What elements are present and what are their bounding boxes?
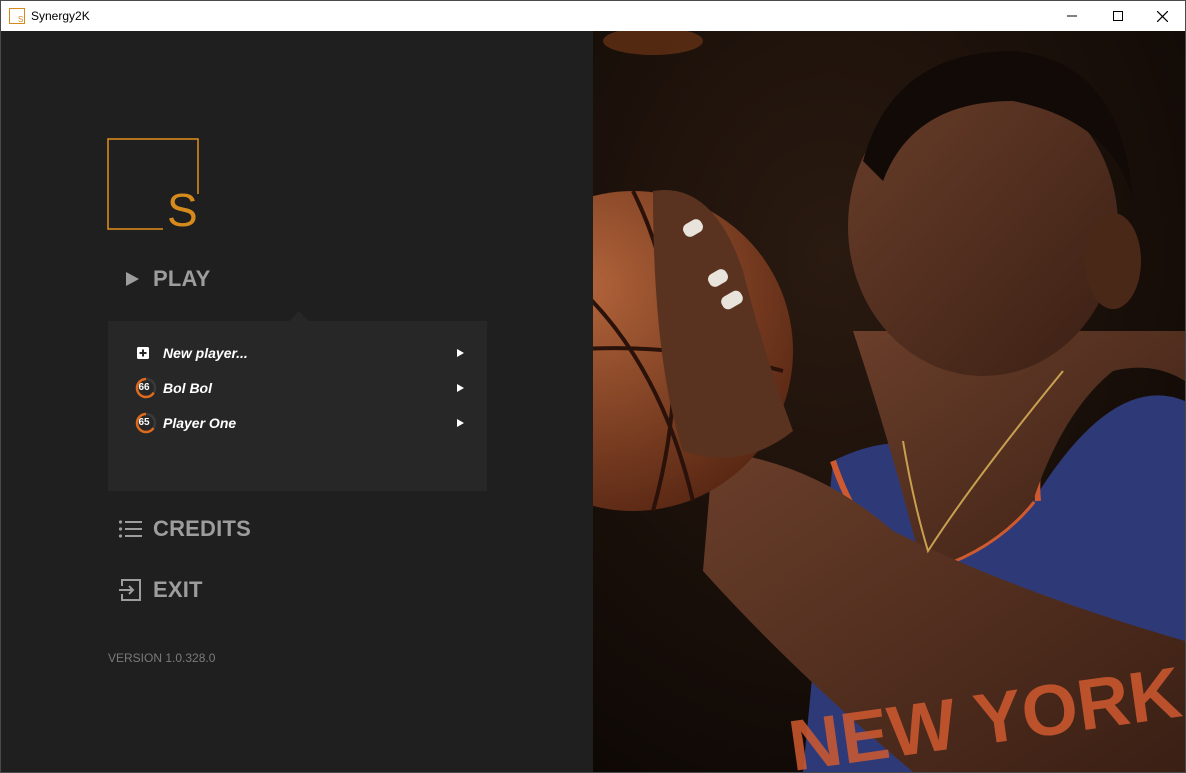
play-icon [126,272,139,286]
credits-button[interactable]: CREDITS [118,516,251,542]
exit-button[interactable]: EXIT [118,577,203,603]
close-button[interactable] [1139,1,1185,31]
panel-pointer [289,311,309,321]
hero-image: NEW YORK [593,31,1185,772]
list-item-player[interactable]: 65 Player One [108,407,487,439]
plus-square-icon [137,347,149,359]
title-bar: S Synergy2K [1,1,1185,31]
play-label: PLAY [153,266,211,291]
version-text: VERSION 1.0.328.0 [108,651,216,665]
minimize-button[interactable] [1049,1,1095,31]
player-name: Player One [163,415,237,431]
chevron-right-icon [457,419,464,427]
close-icon [1156,10,1168,22]
app-window: S Synergy2K S PLAY New player... 66 Bol … [0,0,1186,773]
credits-label: CREDITS [153,516,251,541]
maximize-button[interactable] [1095,1,1141,31]
list-icon [118,520,142,538]
basketball-player-illustration: NEW YORK [593,31,1185,772]
exit-icon [119,579,141,601]
chevron-right-icon [457,384,464,392]
maximize-icon [1113,11,1123,21]
player-name: Bol Bol [163,380,212,396]
logo-letter: S [167,184,198,230]
player-rating: 66 [138,382,150,393]
minimize-icon [1067,15,1077,17]
list-item-player[interactable]: 66 Bol Bol [108,372,487,404]
svg-text:S: S [18,15,23,24]
synergy-logo: S [107,138,199,230]
player-list-panel: New player... 66 Bol Bol 65 Player One [108,321,487,491]
chevron-right-icon [457,349,464,357]
player-name: New player... [163,345,248,361]
player-rating: 65 [138,417,150,428]
play-button[interactable]: PLAY [123,266,210,292]
list-item-new-player[interactable]: New player... [108,337,487,369]
window-title: Synergy2K [31,9,90,23]
main-menu-panel: S PLAY New player... 66 Bol Bol 65 Playe… [1,31,593,772]
exit-label: EXIT [153,577,203,602]
app-logo-icon: S [9,8,25,24]
